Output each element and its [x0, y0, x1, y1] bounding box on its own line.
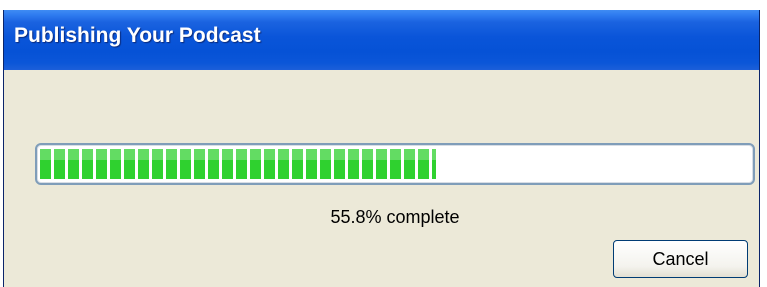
progress-fill [40, 149, 436, 179]
publish-dialog: Publishing Your Podcast 55.8% complete C… [3, 10, 760, 287]
cancel-button[interactable]: Cancel [613, 240, 748, 278]
progress-status-text: 55.8% complete [330, 207, 460, 227]
title-bar[interactable]: Publishing Your Podcast [4, 10, 759, 70]
window-title: Publishing Your Podcast [14, 24, 261, 47]
progress-bar [35, 143, 755, 185]
